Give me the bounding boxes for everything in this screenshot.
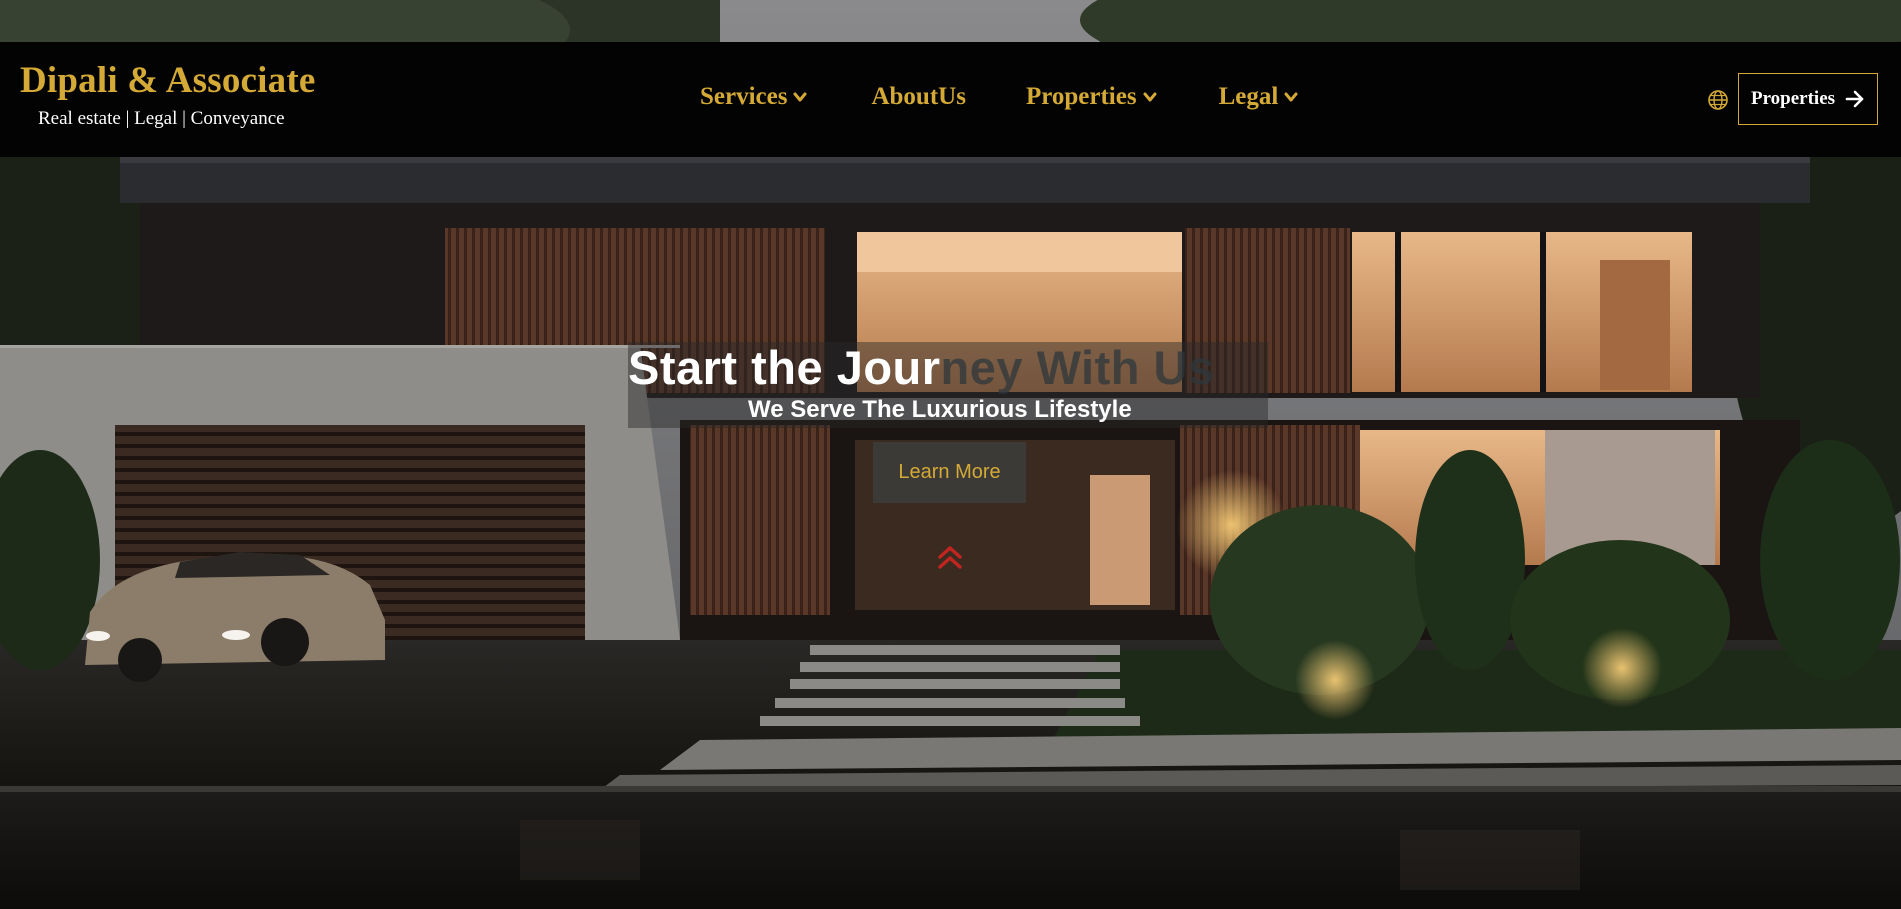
properties-cta-button[interactable]: Properties xyxy=(1738,73,1878,125)
chevron-down-icon xyxy=(1284,92,1298,101)
hero-title-typed: Start the Jour xyxy=(628,341,941,394)
double-chevron-up-icon[interactable] xyxy=(936,543,964,571)
globe-icon[interactable] xyxy=(1707,89,1729,111)
brand-tagline: Real estate | Legal | Conveyance xyxy=(38,108,285,129)
top-navbar: Dipali & Associate Real estate | Legal |… xyxy=(0,42,1901,157)
hero-subtitle: We Serve The Luxurious Lifestyle xyxy=(748,396,1132,423)
hero-title: Start the Journey With Us xyxy=(628,344,1215,391)
nav-item-label: Legal xyxy=(1218,83,1279,110)
nav-item-label: Properties xyxy=(1025,83,1137,110)
nav-item-aboutus[interactable]: AboutUs xyxy=(871,84,965,109)
nav-item-label: Services xyxy=(700,83,788,110)
brand-name[interactable]: Dipali & Associate xyxy=(20,62,315,99)
arrow-right-icon xyxy=(1845,90,1864,108)
main-nav: Services AboutUs Properties Legal xyxy=(700,84,1298,109)
hero-title-untyped: ney With Us xyxy=(940,341,1215,394)
chevron-down-icon xyxy=(793,92,807,101)
nav-item-legal[interactable]: Legal xyxy=(1219,84,1299,109)
nav-item-label: AboutUs xyxy=(871,83,966,110)
properties-cta-label: Properties xyxy=(1750,88,1836,109)
nav-item-services[interactable]: Services xyxy=(700,84,807,109)
nav-item-properties[interactable]: Properties xyxy=(1026,84,1157,109)
brand-logo[interactable]: Dipali & Associate Real estate | Legal |… xyxy=(20,62,315,130)
chevron-down-icon xyxy=(1143,92,1157,101)
learn-more-button[interactable]: Learn More xyxy=(873,442,1026,503)
page: Dipali & Associate Real estate | Legal |… xyxy=(0,0,1901,909)
